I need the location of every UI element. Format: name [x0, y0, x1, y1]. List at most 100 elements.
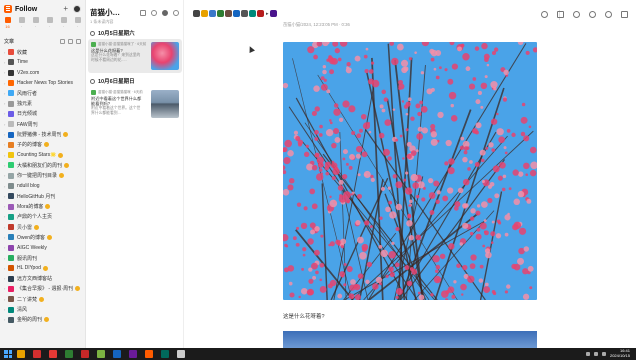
add-subscription-icon[interactable]: +: [63, 5, 68, 13]
subscription-item[interactable]: › AIGC Weekly: [0, 243, 85, 253]
subscription-item[interactable]: › 日光倾城: [0, 109, 85, 119]
subscription-item[interactable]: › Hacker News Top Stories: [0, 78, 85, 88]
subscription-item[interactable]: › Mora的博客: [0, 201, 85, 211]
translate-icon[interactable]: [589, 11, 596, 18]
subscription-item[interactable]: › Owen的博客: [0, 232, 85, 242]
feed-favicon: [8, 110, 14, 117]
list-view-icon[interactable]: [140, 10, 146, 16]
category-header[interactable]: 文章: [4, 37, 81, 45]
entry-title: 附近中看着这个世界什么都能看到吗?: [91, 96, 142, 106]
filter-icon[interactable]: [60, 38, 65, 44]
feed-avatar[interactable]: [225, 10, 232, 17]
feed-avatar[interactable]: [193, 10, 200, 17]
subscription-item[interactable]: › 《集合早报》 - 週报·周刊: [0, 284, 85, 294]
volume-icon[interactable]: [593, 351, 598, 356]
feed-avatar[interactable]: [209, 10, 216, 17]
subscription-list: › 收藏 › Time › V2ex.com › Hacker News Top Storie…: [0, 47, 85, 325]
battery-icon[interactable]: [601, 351, 606, 356]
subscription-label: 子的的博客: [17, 142, 43, 149]
feed-favicon: [8, 69, 14, 76]
subscription-item[interactable]: › 风雨行者: [0, 88, 85, 98]
feed-badge-icon: [59, 173, 65, 179]
view-tab-articles[interactable]: 16: [3, 17, 12, 33]
copy-icon[interactable]: [557, 11, 564, 18]
taskbar-app-icon[interactable]: [65, 350, 73, 358]
subscription-item[interactable]: › 阮野猪佛 - 技术周刊: [0, 129, 85, 139]
feed-badge-icon: [44, 317, 50, 323]
subscription-label: Time: [17, 59, 28, 66]
subscription-item[interactable]: › 你一键把周刊目录: [0, 171, 85, 181]
share-icon[interactable]: [621, 11, 628, 18]
view-tab-notifications[interactable]: ·: [73, 17, 82, 33]
taskbar-app-icon[interactable]: [145, 350, 153, 358]
subscription-item[interactable]: › FAW周刊: [0, 119, 85, 129]
subscription-label: 阮野猪佛 - 技术周刊: [17, 132, 62, 139]
mark-all-read-icon[interactable]: [173, 10, 179, 16]
clock[interactable]: 16:41 2024/10/15: [610, 348, 630, 358]
subscription-item[interactable]: › 服讯周刊: [0, 253, 85, 263]
entry-thumbnail: [151, 42, 179, 70]
subscription-item[interactable]: › 收藏: [0, 47, 85, 57]
check-circle-icon[interactable]: [90, 30, 95, 36]
subscription-item[interactable]: › 独元素: [0, 98, 85, 108]
view-tab-videos[interactable]: ·: [45, 17, 54, 33]
taskbar-app-icon[interactable]: [97, 350, 105, 358]
subscription-item[interactable]: › ndulil blog: [0, 181, 85, 191]
unread-filter-icon[interactable]: [162, 10, 168, 16]
subscription-item[interactable]: › Time: [0, 57, 85, 67]
taskbar-app-icon[interactable]: [113, 350, 121, 358]
taskbar-app-icon[interactable]: [177, 350, 185, 358]
user-avatar[interactable]: [73, 5, 81, 13]
subscription-item[interactable]: › V2ex.com: [0, 68, 85, 78]
subscription-item[interactable]: › 金明的周刊: [0, 315, 85, 325]
view-tab-count: ·: [76, 24, 79, 29]
view-tab-audio[interactable]: ·: [59, 17, 68, 33]
refresh-icon[interactable]: [151, 10, 157, 16]
play-icon[interactable]: ▸: [266, 11, 269, 17]
taskbar-app-icon[interactable]: [81, 350, 89, 358]
sort-icon[interactable]: [68, 38, 73, 44]
subscription-label: 服讯周刊: [17, 255, 38, 262]
feed-avatar[interactable]: [257, 10, 264, 17]
settings-icon[interactable]: [541, 11, 548, 18]
feed-avatar[interactable]: [217, 10, 224, 17]
start-button[interactable]: [4, 350, 12, 358]
view-tab-pictures[interactable]: ·: [31, 17, 40, 33]
feed-favicon: [8, 316, 14, 323]
feed-avatar[interactable]: [249, 10, 256, 17]
subscription-item[interactable]: › 子的的博客: [0, 140, 85, 150]
star-icon[interactable]: [573, 11, 580, 18]
taskbar-app-icon[interactable]: [129, 350, 137, 358]
feed-favicon: [8, 90, 14, 97]
subscription-item[interactable]: › 二丫讲梵: [0, 294, 85, 304]
taskbar-apps: [17, 350, 193, 358]
collapse-icon[interactable]: [76, 38, 81, 44]
view-tab-social[interactable]: ·: [17, 17, 26, 33]
subscription-item[interactable]: › HL DIYpod: [0, 263, 85, 273]
taskbar-app-icon[interactable]: [49, 350, 57, 358]
wifi-icon[interactable]: [585, 351, 590, 356]
entry-description: 这是什么花呀着？来到这里的时候不看周边的花.....: [91, 53, 141, 62]
feed-badge-icon: [58, 152, 64, 158]
subscription-item[interactable]: › Counting Stars🌟: [0, 150, 85, 160]
subscription-label: 清风: [17, 307, 28, 314]
entry-card[interactable]: 苗猫小猫·苗猫猫猫咪了 · 6天前 这是什么花呀着? 这是什么花呀着？来到这里的…: [88, 39, 182, 73]
subscription-item[interactable]: › 贝小雷: [0, 222, 85, 232]
feed-avatar[interactable]: [201, 10, 208, 17]
subscription-item[interactable]: › 远方文西博客站: [0, 274, 85, 284]
taskbar-app-icon[interactable]: [17, 350, 25, 358]
subscription-label: ndulil blog: [17, 183, 40, 189]
subscription-item[interactable]: › 大橘和朋友们的周刊: [0, 160, 85, 170]
taskbar-app-icon[interactable]: [161, 350, 169, 358]
feed-avatar[interactable]: [233, 10, 240, 17]
entry-card[interactable]: 苗猫小猫·苗猫猫猫咪 · 6天前 附近中看着这个世界什么都能看到吗? 附近中看着…: [88, 87, 182, 121]
check-circle-icon[interactable]: [90, 78, 95, 84]
feed-avatar[interactable]: [269, 10, 277, 17]
subscription-item[interactable]: › HelloGitHub 月刊: [0, 191, 85, 201]
taskbar-app-icon[interactable]: [33, 350, 41, 358]
subscription-item[interactable]: › 清风: [0, 304, 85, 314]
link-icon[interactable]: [605, 11, 612, 18]
subscription-item[interactable]: › 卢鼎的个人主页: [0, 212, 85, 222]
feed-avatar[interactable]: [241, 10, 248, 17]
notifications-icon: [74, 17, 81, 23]
